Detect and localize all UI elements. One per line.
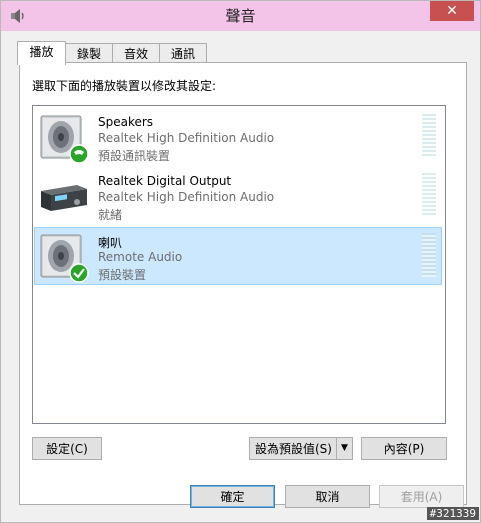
tab-communications[interactable]: 通訊 [159,43,207,64]
apply-button[interactable]: 套用(A) [379,485,464,508]
dialog-body: 播放 錄製 音效 通訊 選取下面的播放裝置以修改其設定: Speakers Re… [9,31,472,514]
speaker-default-check-icon [40,234,89,283]
device-driver: Realtek High Definition Audio [98,190,275,204]
device-driver: Realtek High Definition Audio [98,131,275,145]
instruction-label: 選取下面的播放裝置以修改其設定: [32,79,217,93]
title-bar[interactable]: 聲音 ✕ [1,1,480,31]
chevron-down-icon[interactable]: ▼ [336,438,352,459]
device-driver: Remote Audio [98,250,183,264]
tab-recording[interactable]: 錄製 [65,43,113,64]
ok-button[interactable]: 確定 [190,485,275,508]
close-button[interactable]: ✕ [430,1,474,21]
configure-button[interactable]: 設定(C) [32,437,102,460]
digital-receiver-icon [41,185,87,211]
device-status: 預設裝置 [98,268,147,282]
properties-button[interactable]: 內容(P) [361,437,447,460]
tab-playback[interactable]: 播放 [17,41,66,65]
device-name: 喇叭 [98,236,123,250]
device-name: Realtek Digital Output [98,174,232,188]
device-name: Speakers [98,115,154,129]
device-item-speaker-remote[interactable]: 喇叭 Remote Audio 預設裝置 [34,227,442,285]
playback-panel: 選取下面的播放裝置以修改其設定: Speakers Realtek High D… [19,62,467,505]
device-item-digital-output[interactable]: Realtek Digital Output Realtek High Defi… [35,168,441,224]
watermark-label: #321339 [426,507,479,520]
tab-sounds[interactable]: 音效 [112,43,160,64]
device-item-speakers[interactable]: Speakers Realtek High Definition Audio 預… [35,109,441,165]
device-list[interactable]: Speakers Realtek High Definition Audio 預… [32,105,446,424]
speaker-phone-icon [40,115,89,164]
volume-meter [422,173,436,217]
window-title: 聲音 [225,7,256,25]
volume-meter [422,233,436,277]
sound-dialog: 聲音 ✕ 播放 錄製 音效 通訊 選取下面的播放裝置以修改其設定: Speake… [0,0,481,523]
device-status: 就緒 [98,208,123,222]
cancel-button[interactable]: 取消 [285,485,370,508]
volume-meter [422,114,436,158]
set-default-label: 設為預設值(S) [255,442,332,456]
set-default-button[interactable]: 設為預設值(S) ▼ [249,437,353,460]
device-status: 預設通訊裝置 [98,149,171,163]
